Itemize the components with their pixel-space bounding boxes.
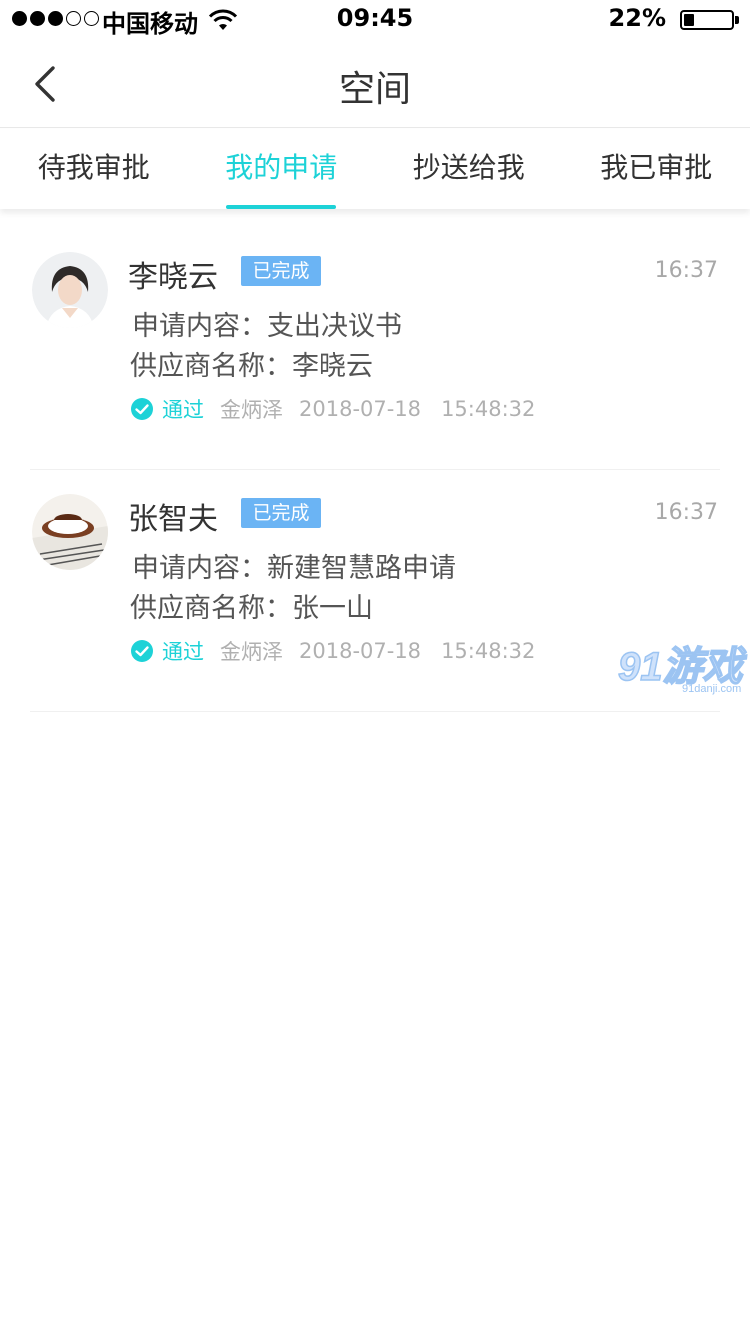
tab-approved-by-me[interactable]: 我已审批: [563, 129, 750, 209]
battery-icon: [680, 10, 734, 30]
approver-name: 金炳泽: [220, 640, 283, 664]
applicant-name: 张智夫: [128, 502, 218, 537]
check-circle-icon: [131, 640, 153, 662]
nav-bar: 空间: [0, 40, 750, 128]
tab-bar: 待我审批 我的申请 抄送给我 我已审批: [0, 129, 750, 209]
page-title: 空间: [338, 69, 411, 110]
avatar: [32, 494, 108, 570]
check-circle-icon: [131, 398, 153, 420]
approval-status-row: 通过 金炳泽 2018-07-18 15:48:32: [130, 394, 535, 424]
application-content: 申请内容：支出决议书: [132, 304, 402, 343]
approval-status-row: 通过 金炳泽 2018-07-18 15:48:32: [130, 636, 535, 666]
supplier-label: 供应商名称：: [130, 593, 292, 624]
tab-pending-my-approval[interactable]: 待我审批: [0, 129, 188, 209]
status-badge: 已完成: [241, 256, 321, 286]
approver-name: 金炳泽: [220, 398, 283, 422]
application-content: 申请内容：新建智慧路申请: [132, 546, 456, 585]
approval-status: 通过: [162, 398, 204, 422]
content-label: 申请内容：: [132, 553, 267, 584]
content-value: 新建智慧路申请: [267, 553, 456, 584]
approval-datetime: 2018-07-18 15:48:32: [299, 639, 536, 663]
supplier-value: 张一山: [292, 593, 373, 624]
applicant-name: 李晓云: [128, 260, 218, 295]
status-badge: 已完成: [241, 498, 321, 528]
tab-cc-to-me[interactable]: 抄送给我: [375, 129, 563, 209]
supplier-value: 李晓云: [292, 351, 373, 382]
content-label: 申请内容：: [132, 311, 267, 342]
watermark-logo: 91游戏 91danji.com: [617, 644, 748, 695]
item-time: 16:37: [654, 500, 718, 525]
tab-my-applications[interactable]: 我的申请: [188, 129, 376, 209]
approval-datetime: 2018-07-18 15:48:32: [299, 397, 536, 421]
content-value: 支出决议书: [267, 311, 402, 342]
battery-percent: 22%: [608, 4, 666, 32]
approval-status: 通过: [162, 640, 204, 664]
list-item[interactable]: 李晓云 已完成 16:37 申请内容：支出决议书 供应商名称：李晓云 通过 金炳…: [30, 228, 720, 470]
watermark-sub: 91danji.com: [682, 683, 741, 695]
battery-tip: [735, 16, 739, 24]
supplier-label: 供应商名称：: [130, 351, 292, 382]
item-time: 16:37: [654, 258, 718, 283]
status-bar: 中国移动 09:45 22%: [0, 0, 750, 40]
avatar: [32, 252, 108, 328]
supplier-name: 供应商名称：张一山: [130, 586, 373, 625]
supplier-name: 供应商名称：李晓云: [130, 344, 373, 383]
